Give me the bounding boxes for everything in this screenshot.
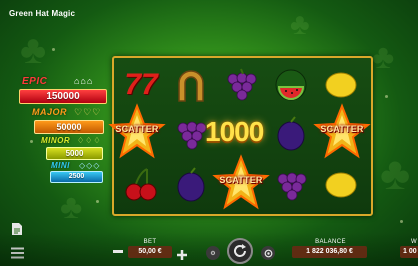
win-label: W xyxy=(411,239,418,245)
clover-decoration: ♣ xyxy=(380,147,411,199)
control-bar: BET 50,00 € ⚙ BALANCE 1 822 036,80 € W 1… xyxy=(0,232,418,266)
clover-decoration: ♣ xyxy=(20,28,47,72)
sparkle xyxy=(52,48,55,51)
horseshoe-icon xyxy=(178,70,204,102)
plum-symbol xyxy=(168,162,214,208)
grapes-icon xyxy=(277,172,307,201)
lemon-icon xyxy=(325,72,357,98)
grapes-symbol xyxy=(218,62,264,108)
game-screen: ♣ ♣ ♣ ♣ ♣ Green Hat Magic EPIC ⌂⌂⌂ 15000… xyxy=(0,0,418,266)
sparkle xyxy=(400,220,403,223)
sparkle xyxy=(385,95,388,98)
bet-increase-button[interactable] xyxy=(177,247,187,260)
spin-button[interactable] xyxy=(227,238,253,264)
cherries-symbol xyxy=(118,162,164,208)
clover-icons: ♡♡♡ xyxy=(74,107,102,117)
bet-value: 50,00 € xyxy=(128,246,172,258)
autoplay-icon: ⚙ xyxy=(210,250,216,257)
turbo-icon xyxy=(264,249,272,257)
clover-decoration: ♣ xyxy=(372,38,395,76)
scatter-label: SCATTER xyxy=(219,175,263,185)
hat-icons: ◇◇◇ xyxy=(79,161,101,170)
plum-symbol xyxy=(268,111,314,157)
jackpot-major-value: 50000 xyxy=(34,120,104,134)
grapes-icon xyxy=(227,68,257,101)
jackpot-epic-label: EPIC xyxy=(22,76,48,87)
spin-icon xyxy=(234,244,246,257)
sparkle xyxy=(30,140,33,143)
sparkle xyxy=(96,200,99,203)
bet-label: BET xyxy=(143,239,157,245)
scatter-symbol: SCATTER xyxy=(108,103,166,161)
cherries-icon xyxy=(125,168,157,201)
clover-decoration: ♣ xyxy=(290,8,310,41)
win-value: 1 00 xyxy=(400,246,418,258)
jackpot-epic-value: 150000 xyxy=(19,89,107,104)
lemon-symbol xyxy=(318,162,364,208)
scatter-label: SCATTER xyxy=(320,124,364,134)
game-title: Green Hat Magic xyxy=(9,9,76,18)
hat-icons: ♢♢♢ xyxy=(77,136,102,145)
scatter-symbol: SCATTER xyxy=(313,103,371,161)
jackpot-mini-value: 2500 xyxy=(50,171,103,183)
scatter-symbol: SCATTER xyxy=(212,154,270,212)
clover-decoration: ♣ xyxy=(60,188,83,226)
win-amount: 1000 xyxy=(205,116,264,147)
jackpot-minor-label: MINOR xyxy=(41,136,71,145)
plum-icon xyxy=(177,167,205,202)
lemon-symbol xyxy=(318,62,364,108)
watermelon-icon xyxy=(275,69,307,101)
jackpot-mini-label: MINI xyxy=(51,161,70,170)
jackpot-minor-value: 5000 xyxy=(46,147,103,160)
bet-decrease-button[interactable] xyxy=(113,250,123,253)
hat-icons: ⌂⌂⌂ xyxy=(74,76,94,86)
balance-label: BALANCE xyxy=(315,239,346,245)
watermelon-symbol xyxy=(268,62,314,108)
horseshoe-symbol xyxy=(168,62,214,108)
balance-value: 1 822 036,80 € xyxy=(292,246,367,258)
sevens-symbol: 77 xyxy=(124,68,158,101)
autoplay-button[interactable]: ⚙ xyxy=(206,246,220,260)
grapes-symbol xyxy=(268,162,314,208)
scatter-label: SCATTER xyxy=(115,124,159,134)
jackpot-major-label: MAJOR xyxy=(32,107,68,117)
lemon-icon xyxy=(325,172,357,198)
plum-icon xyxy=(277,116,305,151)
turbo-button[interactable] xyxy=(261,246,275,260)
